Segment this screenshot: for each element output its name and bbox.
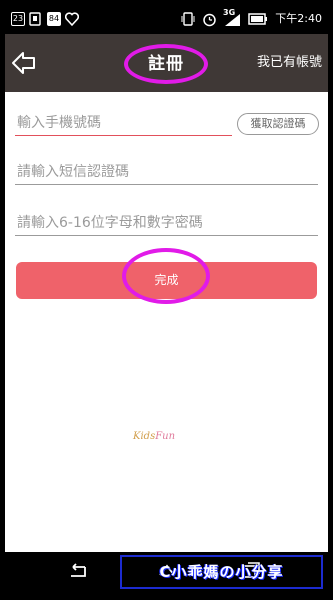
title-highlight-ring: 註冊 <box>124 44 208 84</box>
back-arrow-icon[interactable] <box>11 50 37 76</box>
watermark: C小乖媽の小分享 <box>120 555 323 589</box>
password-input[interactable] <box>15 211 318 235</box>
status-time: 下午2:40 <box>275 12 322 25</box>
register-form: 獲取認證碼 完成 KidsFun <box>5 92 328 552</box>
have-account-link[interactable]: 我已有帳號 <box>257 54 322 72</box>
sms-code-field <box>15 160 318 185</box>
header-bar: 註冊 我已有帳號 <box>5 34 328 92</box>
nav-back-icon[interactable] <box>67 562 89 580</box>
phone-notification-icon <box>29 12 41 26</box>
alarm-icon <box>203 13 216 27</box>
vibrate-icon <box>181 12 195 26</box>
kidsfun-logo: KidsFun <box>133 431 176 442</box>
password-field <box>15 211 318 236</box>
calendar-notification-icon: 23 <box>11 12 25 26</box>
phone-screen: 23 84 3G 下午2:40 註冊 我已有帳號 輸入手機號碼 獲取認證碼 請輸… <box>5 5 328 595</box>
app-notification-icon: 84 <box>47 12 61 26</box>
done-highlight-ring <box>122 248 210 304</box>
page-title: 註冊 <box>148 54 184 74</box>
heart-notification-icon <box>65 12 79 27</box>
phone-field <box>15 111 232 136</box>
signal-icon <box>225 14 240 26</box>
system-nav-bar: C小乖媽の小分享 <box>5 552 328 595</box>
get-code-button[interactable]: 獲取認證碼 <box>237 113 319 135</box>
status-bar: 23 84 3G 下午2:40 <box>5 5 328 34</box>
battery-icon <box>248 13 267 25</box>
phone-input[interactable] <box>15 111 232 135</box>
sms-code-input[interactable] <box>15 160 318 184</box>
